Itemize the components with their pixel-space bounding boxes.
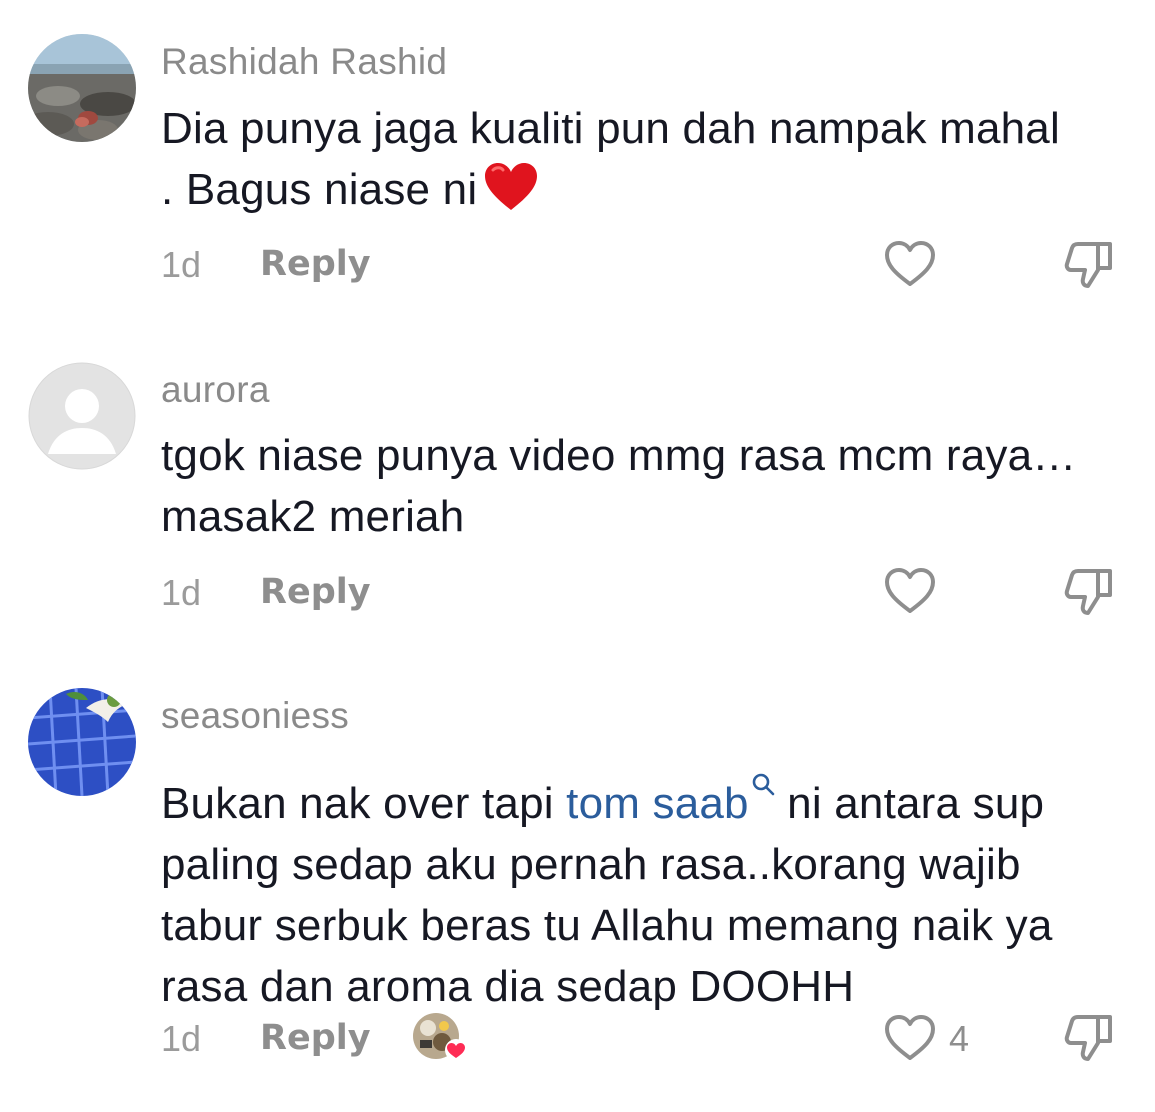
comment-text: Dia punya jaga kualiti pun dah nampak ma…	[161, 98, 1131, 228]
like-button[interactable]	[883, 1014, 937, 1062]
comment-text-line: tgok niase punya video mmg rasa mcm raya…	[161, 431, 1077, 480]
dislike-button[interactable]	[1062, 1011, 1118, 1065]
beach-photo-avatar-icon	[28, 34, 136, 142]
comment-text-line: rasa dan aroma dia sedap DOOHH	[161, 962, 855, 1011]
red-heart-emoji-icon	[483, 162, 539, 228]
dislike-button[interactable]	[1062, 238, 1118, 292]
avatar[interactable]	[28, 688, 136, 796]
avatar[interactable]	[28, 34, 136, 142]
username[interactable]: seasoniess	[161, 695, 349, 737]
heart-outline-icon	[885, 568, 935, 613]
comment-text-line: Bukan nak over tapi	[161, 779, 567, 828]
like-button[interactable]	[883, 567, 937, 615]
dislike-button[interactable]	[1062, 565, 1118, 619]
heart-outline-icon	[885, 241, 935, 286]
comment-text-line: tabur serbuk beras tu Allahu memang naik…	[161, 901, 1053, 950]
like-count: 4	[949, 1018, 970, 1059]
comment-text-line: . Bagus niase ni	[161, 165, 478, 214]
thumbs-down-icon	[1064, 569, 1112, 615]
reply-button[interactable]: Reply	[260, 244, 371, 284]
liked-by-creator-avatar	[412, 1012, 467, 1062]
thumbs-down-icon	[1064, 1015, 1112, 1061]
comment-text-line: ni antara sup	[774, 779, 1045, 828]
search-icon[interactable]	[751, 751, 775, 812]
comment-age: 1d	[161, 1018, 202, 1059]
heart-outline-icon	[885, 1015, 935, 1060]
comment-age: 1d	[161, 572, 202, 613]
comment-text-line: paling sedap aku pernah rasa..korang waj…	[161, 840, 1021, 889]
avatar[interactable]	[28, 362, 136, 470]
username[interactable]: aurora	[161, 369, 270, 411]
comment-text: tgok niase punya video mmg rasa mcm raya…	[161, 425, 1131, 547]
comment-text: Bukan nak over tapi tom saab ni antara s…	[161, 751, 1131, 1017]
username[interactable]: Rashidah Rashid	[161, 41, 447, 83]
like-button[interactable]	[883, 240, 937, 288]
reply-button[interactable]: Reply	[260, 1018, 371, 1058]
mention-link[interactable]: tom saab	[566, 779, 749, 828]
default-user-avatar-icon	[28, 362, 136, 470]
blue-tile-avatar-icon	[28, 688, 136, 796]
comment-text-line: Dia punya jaga kualiti pun dah nampak ma…	[161, 104, 1060, 153]
comment-age: 1d	[161, 244, 202, 285]
creator-liked-icon	[413, 1013, 467, 1061]
thumbs-down-icon	[1064, 242, 1112, 288]
reply-button[interactable]: Reply	[260, 572, 371, 612]
comment-text-line: masak2 meriah	[161, 492, 465, 541]
